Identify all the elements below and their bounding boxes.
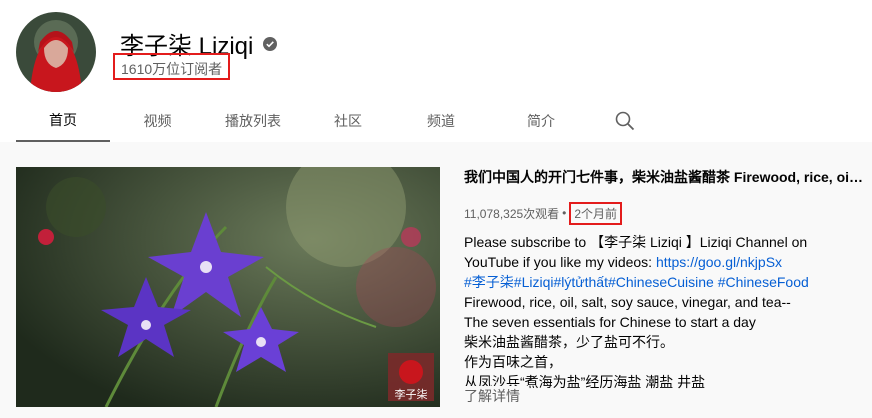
thumbnail-watermark: 李子柒	[395, 387, 428, 401]
meta-separator: •	[562, 206, 567, 220]
tab-videos[interactable]: 视频	[110, 100, 205, 142]
video-description: Please subscribe to 【李子柒 Liziqi 】Liziqi …	[464, 232, 866, 392]
tab-playlists[interactable]: 播放列表	[205, 100, 301, 142]
channel-header: 李子柒 Liziqi 1610万位订阅者 首页 视频 播放列表 社区 频道 简介	[0, 0, 872, 142]
upload-date: 2个月前	[569, 201, 623, 225]
view-count: 11,078,325次观看	[464, 206, 560, 221]
read-more-button[interactable]: 了解详情	[464, 386, 528, 406]
description-line: 柴米油盐酱醋茶，少了盐可不行。	[464, 334, 674, 350]
video-meta: 11,078,325次观看 • 2个月前	[464, 201, 866, 225]
featured-video-thumbnail[interactable]: 李子柒	[16, 167, 440, 407]
subscribe-link[interactable]: https://goo.gl/nkjpSx	[656, 254, 782, 270]
tab-channels[interactable]: 频道	[395, 100, 487, 142]
video-title[interactable]: 我们中国人的开门七件事，柴米油盐酱醋茶 Firewood, rice, oil,…	[464, 167, 866, 187]
channel-avatar[interactable]	[16, 12, 96, 92]
verified-badge-icon	[263, 36, 278, 51]
description-line: YouTube if you like my videos: https://g…	[464, 252, 866, 272]
description-line: 作为百味之首，	[464, 354, 562, 370]
featured-video-info: 我们中国人的开门七件事，柴米油盐酱醋茶 Firewood, rice, oil,…	[464, 167, 866, 392]
subscriber-count: 1610万位订阅者	[113, 53, 231, 80]
description-line: Please subscribe to 【李子柒 Liziqi 】Liziqi …	[464, 234, 808, 250]
tab-home[interactable]: 首页	[16, 100, 110, 142]
search-icon	[615, 111, 635, 131]
tab-community[interactable]: 社区	[301, 100, 395, 142]
channel-search-button[interactable]	[595, 100, 655, 142]
hashtag-links[interactable]: #李子柒#Liziqi#lýtửthất#ChineseCuisine #Chi…	[464, 272, 866, 292]
description-text: YouTube if you like my videos:	[464, 254, 656, 270]
channel-tabs: 首页 视频 播放列表 社区 频道 简介	[16, 100, 655, 142]
tab-about[interactable]: 简介	[487, 100, 595, 142]
description-line: The seven essentials for Chinese to star…	[464, 314, 756, 330]
thumbnail-image: 李子柒	[16, 167, 440, 407]
description-line: Firewood, rice, oil, salt, soy sauce, vi…	[464, 294, 791, 310]
avatar-image	[16, 12, 96, 92]
